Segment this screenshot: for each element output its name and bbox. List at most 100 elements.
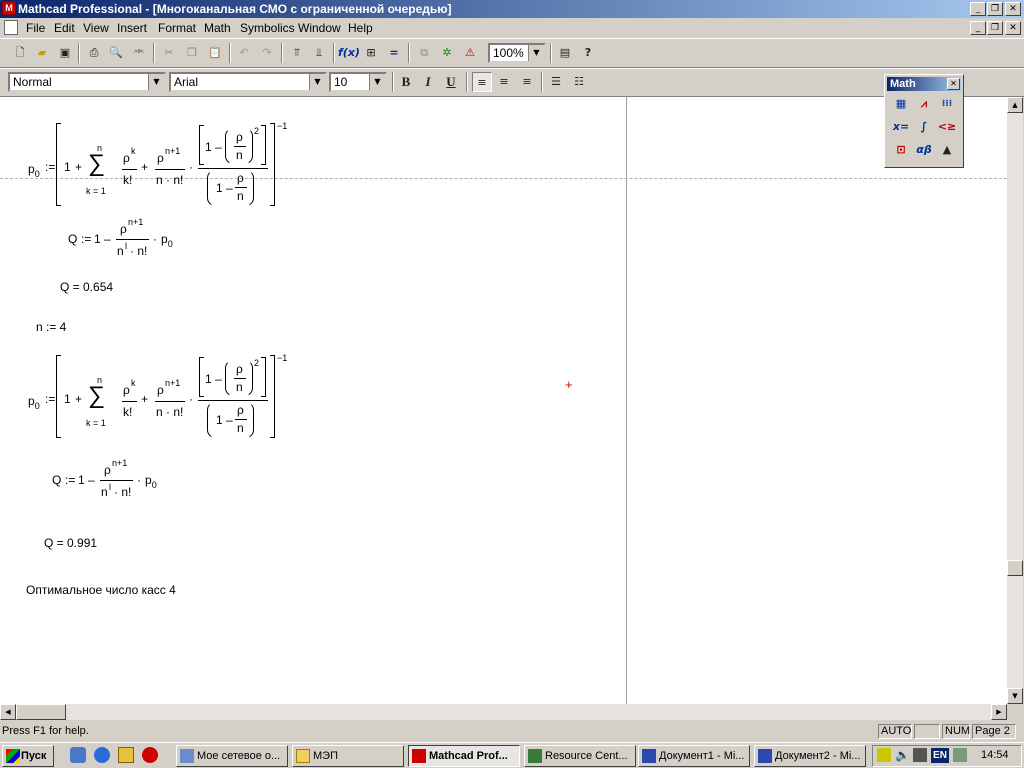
menu-window[interactable]: Window bbox=[298, 21, 341, 35]
calculator-icon[interactable]: ▦ bbox=[891, 94, 911, 114]
fraction-bar bbox=[100, 480, 133, 481]
boolean-icon[interactable]: <≥ bbox=[937, 117, 957, 137]
conclusion-text[interactable]: Оптимальное число касс 4 bbox=[26, 583, 176, 597]
open-icon[interactable]: ▰ bbox=[32, 43, 52, 63]
undo-icon[interactable]: ↶ bbox=[234, 43, 254, 63]
calculus-icon[interactable]: ∫ bbox=[914, 117, 934, 137]
q-formula-2[interactable]: Q := 1 – ρ n+1 n l · n! · p0 bbox=[44, 453, 174, 503]
symbolic-icon[interactable]: ▲ bbox=[937, 140, 957, 160]
copy-icon[interactable]: ❐ bbox=[182, 43, 202, 63]
align-center-icon[interactable]: ≡ bbox=[494, 72, 514, 92]
menu-help[interactable]: Help bbox=[348, 21, 373, 35]
q-result-2[interactable]: Q = 0.991 bbox=[44, 536, 97, 550]
scroll-left-icon[interactable]: ◀ bbox=[0, 704, 16, 720]
palette-close-icon[interactable]: ✕ bbox=[947, 78, 960, 90]
document-icon[interactable] bbox=[4, 20, 18, 35]
close-button[interactable]: ✕ bbox=[1005, 2, 1021, 16]
minimize-button[interactable]: _ bbox=[970, 2, 986, 16]
redo-icon[interactable]: ↷ bbox=[257, 43, 277, 63]
task-document2[interactable]: Документ2 - Mi... bbox=[754, 745, 866, 767]
resource-icon[interactable]: ⚠ bbox=[460, 43, 480, 63]
bullets-icon[interactable]: ☰ bbox=[546, 72, 566, 92]
save-icon[interactable]: ▣ bbox=[55, 43, 75, 63]
scroll-thumb[interactable] bbox=[1007, 560, 1023, 576]
font-size-select[interactable]: 10 ▼ bbox=[329, 72, 387, 92]
calculate-icon[interactable]: = bbox=[384, 43, 404, 63]
cut-icon[interactable]: ✂ bbox=[159, 43, 179, 63]
matrix-icon[interactable]: ⁝⁝⁝ bbox=[937, 94, 957, 114]
tray-app-icon[interactable] bbox=[877, 748, 891, 762]
insert-component-icon[interactable]: ⧉ bbox=[414, 43, 434, 63]
p0-formula-1[interactable]: p0 := 1 + n ∑ k = 1 ρ k k! + ρ n+1 n · n… bbox=[0, 97, 300, 212]
q-result-1[interactable]: Q = 0.654 bbox=[60, 280, 113, 294]
vertical-scrollbar[interactable]: ▲ ▼ bbox=[1007, 97, 1023, 704]
math-palette[interactable]: Math ✕ ▦ ⩘ ⁝⁝⁝ x= ∫ <≥ ⊡ αβ ▲ bbox=[884, 74, 964, 168]
doc-close-button[interactable]: ✕ bbox=[1005, 21, 1021, 35]
align-down-icon[interactable]: ⫫ bbox=[309, 43, 329, 63]
chevron-down-icon[interactable]: ▼ bbox=[148, 74, 164, 90]
task-mep[interactable]: МЭП bbox=[292, 745, 404, 767]
spell-check-icon[interactable]: ᴬᴮᶜ bbox=[129, 43, 149, 63]
print-preview-icon[interactable]: 🔍 bbox=[106, 43, 126, 63]
chevron-down-icon[interactable]: ▼ bbox=[369, 74, 385, 90]
chevron-down-icon[interactable]: ▼ bbox=[309, 74, 325, 90]
insert-unit-icon[interactable]: ⊞ bbox=[361, 43, 381, 63]
programming-icon[interactable]: ⊡ bbox=[891, 140, 911, 160]
menu-insert[interactable]: Insert bbox=[117, 21, 147, 35]
font-select[interactable]: Arial ▼ bbox=[169, 72, 327, 92]
clock[interactable]: 14:54 bbox=[981, 749, 1009, 761]
q-formula-1[interactable]: Q := 1 – ρ n+1 n l · n! · p0 bbox=[60, 212, 190, 262]
insert-function-icon[interactable]: f(x) bbox=[338, 43, 360, 63]
menu-file[interactable]: File bbox=[26, 21, 45, 35]
quicklaunch-outlook-icon[interactable] bbox=[118, 747, 134, 763]
bold-button[interactable]: B bbox=[396, 72, 416, 92]
paste-icon[interactable]: 📋 bbox=[205, 43, 225, 63]
mathcad-icon[interactable]: M bbox=[2, 1, 16, 15]
language-indicator[interactable]: EN bbox=[931, 748, 949, 763]
maximize-button[interactable]: ❐ bbox=[987, 2, 1003, 16]
help-icon[interactable]: ? bbox=[578, 43, 598, 63]
print-icon[interactable]: ⎙ bbox=[84, 43, 104, 63]
task-mathcad[interactable]: Mathcad Prof... bbox=[408, 745, 520, 767]
hscroll-thumb[interactable] bbox=[16, 704, 66, 720]
resource-center-icon[interactable]: ✲ bbox=[437, 43, 457, 63]
volume-icon[interactable]: 🔈 bbox=[895, 748, 910, 762]
graph-icon[interactable]: ⩘ bbox=[914, 94, 934, 114]
start-button[interactable]: Пуск bbox=[2, 745, 54, 767]
align-across-icon[interactable]: ⫪ bbox=[287, 43, 307, 63]
task-network[interactable]: Мое сетевое о... bbox=[176, 745, 288, 767]
doc-minimize-button[interactable]: _ bbox=[970, 21, 986, 35]
horizontal-scrollbar[interactable]: ◀ ▶ bbox=[0, 704, 1007, 720]
scroll-up-icon[interactable]: ▲ bbox=[1007, 97, 1023, 113]
menu-math[interactable]: Math bbox=[204, 21, 231, 35]
zoom-select[interactable]: 100% ▼ bbox=[488, 43, 546, 63]
italic-button[interactable]: I bbox=[418, 72, 438, 92]
tray-monitor-icon[interactable] bbox=[953, 748, 967, 762]
scroll-down-icon[interactable]: ▼ bbox=[1007, 688, 1023, 704]
underline-button[interactable]: U bbox=[441, 72, 461, 92]
zoom-icon[interactable]: ▤ bbox=[555, 43, 575, 63]
new-icon[interactable]: 🗋 bbox=[10, 43, 30, 63]
task-resource-center[interactable]: Resource Cent... bbox=[524, 745, 636, 767]
menu-edit[interactable]: Edit bbox=[54, 21, 75, 35]
quicklaunch-ie-icon[interactable] bbox=[94, 747, 110, 763]
chevron-down-icon[interactable]: ▼ bbox=[528, 45, 544, 61]
align-right-icon[interactable]: ≡ bbox=[517, 72, 537, 92]
menu-symbolics[interactable]: Symbolics bbox=[240, 21, 295, 35]
n: n bbox=[236, 148, 243, 162]
quicklaunch-desktop-icon[interactable] bbox=[70, 747, 86, 763]
evaluation-icon[interactable]: x= bbox=[891, 117, 911, 137]
menu-view[interactable]: View bbox=[83, 21, 109, 35]
numbering-icon[interactable]: ☷ bbox=[569, 72, 589, 92]
greek-icon[interactable]: αβ bbox=[914, 140, 934, 160]
network-tray-icon[interactable] bbox=[913, 748, 927, 762]
p0-formula-2[interactable]: p0 := 1 + n ∑ k = 1 ρ k k! + ρ n+1 n · n… bbox=[0, 329, 300, 444]
task-document1[interactable]: Документ1 - Mi... bbox=[638, 745, 750, 767]
doc-restore-button[interactable]: ❐ bbox=[987, 21, 1003, 35]
scroll-right-icon[interactable]: ▶ bbox=[991, 704, 1007, 720]
quicklaunch-opera-icon[interactable] bbox=[142, 747, 158, 763]
menu-format[interactable]: Format bbox=[158, 21, 196, 35]
align-left-icon[interactable]: ≡ bbox=[472, 72, 492, 92]
style-select[interactable]: Normal ▼ bbox=[8, 72, 166, 92]
worksheet[interactable]: p0 := 1 + n ∑ k = 1 ρ k k! + ρ n+1 n · n… bbox=[0, 97, 1007, 704]
